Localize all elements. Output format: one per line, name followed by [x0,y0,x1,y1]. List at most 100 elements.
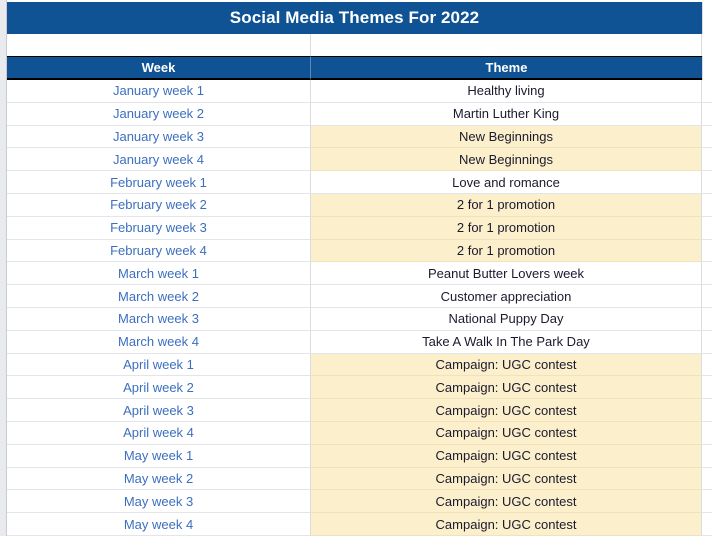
row-gutter [0,444,7,468]
row-gutter [0,102,7,126]
row-gutter [0,2,7,34]
cell-week[interactable]: January week 3 [7,125,311,149]
table-row: January week 1 Healthy living [0,80,712,103]
table-row: April week 1 Campaign: UGC contest [0,353,712,377]
cell-theme[interactable]: Campaign: UGC contest [311,376,702,400]
cell-theme[interactable]: Campaign: UGC contest [311,353,702,377]
cell-week[interactable]: February week 1 [7,171,311,194]
row-trailing-cell [702,262,712,286]
cell-week[interactable]: February week 3 [7,216,311,240]
row-trailing-cell [702,125,712,149]
cell-week[interactable]: March week 1 [7,262,311,286]
cell-week[interactable]: February week 2 [7,193,311,217]
cell-theme[interactable]: Love and romance [311,171,702,194]
blank-cell-week[interactable] [7,34,311,56]
row-gutter [0,56,7,80]
cell-week[interactable]: February week 4 [7,239,311,263]
cell-theme[interactable]: Peanut Butter Lovers week [311,262,702,286]
table-row: May week 2 Campaign: UGC contest [0,467,712,491]
spreadsheet-canvas: Social Media Themes For 2022 Week Theme … [0,0,712,541]
cell-week[interactable]: April week 3 [7,399,311,422]
table-row: April week 2 Campaign: UGC contest [0,376,712,400]
row-gutter [0,262,7,286]
row-gutter [0,125,7,149]
row-trailing-cell [702,513,712,536]
row-trailing-cell [702,193,712,217]
row-gutter [0,193,7,217]
row-gutter [0,330,7,354]
row-trailing-cell [702,467,712,491]
row-gutter [0,307,7,331]
cell-theme[interactable]: Martin Luther King [311,102,702,126]
table-row: May week 3 Campaign: UGC contest [0,490,712,514]
cell-theme[interactable]: Healthy living [311,80,702,103]
page-title: Social Media Themes For 2022 [7,2,702,34]
table-row: March week 1 Peanut Butter Lovers week [0,262,712,286]
row-trailing-cell [702,330,712,354]
cell-theme[interactable]: Campaign: UGC contest [311,421,702,445]
row-gutter [0,490,7,514]
cell-theme[interactable]: New Beginnings [311,125,702,149]
table-row: January week 3 New Beginnings [0,125,712,149]
row-gutter [0,421,7,445]
row-trailing-cell [702,171,712,194]
column-header-week[interactable]: Week [7,56,311,80]
cell-week[interactable]: April week 1 [7,353,311,377]
table-row: May week 1 Campaign: UGC contest [0,444,712,468]
title-row: Social Media Themes For 2022 [0,2,712,34]
cell-theme[interactable]: 2 for 1 promotion [311,239,702,263]
cell-theme[interactable]: New Beginnings [311,148,702,172]
cell-week[interactable]: January week 4 [7,148,311,172]
row-trailing-cell [702,216,712,240]
row-trailing-cell [702,148,712,172]
row-trailing-cell [702,80,712,103]
row-trailing-cell [702,421,712,445]
cell-week[interactable]: April week 4 [7,421,311,445]
row-gutter [0,353,7,377]
blank-cell-theme[interactable] [311,34,702,56]
cell-theme[interactable]: 2 for 1 promotion [311,216,702,240]
row-gutter [0,148,7,172]
cell-week[interactable]: January week 2 [7,102,311,126]
cell-week[interactable]: May week 4 [7,513,311,536]
table-row: February week 1 Love and romance [0,171,712,194]
cell-week[interactable]: March week 2 [7,285,311,308]
cell-week[interactable]: March week 3 [7,307,311,331]
table-header-row: Week Theme [0,56,712,80]
column-header-theme[interactable]: Theme [311,56,702,80]
cell-theme[interactable]: Take A Walk In The Park Day [311,330,702,354]
table-row: February week 32 for 1 promotion [0,216,712,240]
header-trailing-cell [702,56,712,80]
row-trailing-cell [702,102,712,126]
blank-trailing-cell [702,34,712,56]
cell-theme[interactable]: Campaign: UGC contest [311,513,702,536]
row-gutter [0,376,7,400]
table-row: March week 4 Take A Walk In The Park Day [0,330,712,354]
cell-week[interactable]: May week 3 [7,490,311,514]
cell-theme[interactable]: Campaign: UGC contest [311,399,702,422]
row-trailing-cell [702,353,712,377]
cell-theme[interactable]: Campaign: UGC contest [311,444,702,468]
sheet-grid: Social Media Themes For 2022 Week Theme … [0,0,712,536]
table-row: March week 2 Customer appreciation [0,285,712,308]
table-row: January week 2 Martin Luther King [0,102,712,126]
cell-week[interactable]: May week 1 [7,444,311,468]
blank-separator-row [0,34,712,56]
cell-week[interactable]: January week 1 [7,80,311,103]
row-gutter [0,80,7,103]
cell-theme[interactable]: Campaign: UGC contest [311,490,702,514]
row-trailing-cell [702,399,712,422]
row-gutter [0,171,7,194]
cell-week[interactable]: May week 2 [7,467,311,491]
cell-week[interactable]: March week 4 [7,330,311,354]
row-gutter [0,513,7,536]
row-gutter [0,285,7,308]
cell-week[interactable]: April week 2 [7,376,311,400]
row-gutter [0,399,7,422]
row-trailing-cell [702,285,712,308]
cell-theme[interactable]: National Puppy Day [311,307,702,331]
row-gutter [0,239,7,263]
cell-theme[interactable]: Campaign: UGC contest [311,467,702,491]
cell-theme[interactable]: 2 for 1 promotion [311,193,702,217]
cell-theme[interactable]: Customer appreciation [311,285,702,308]
